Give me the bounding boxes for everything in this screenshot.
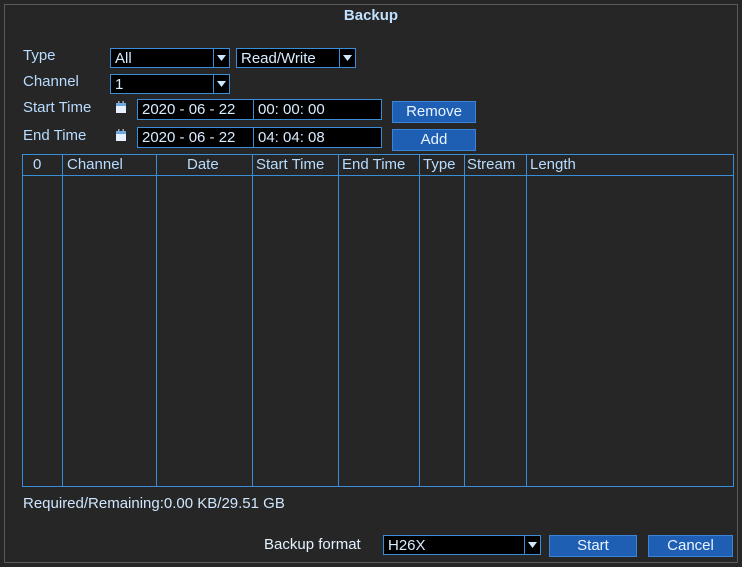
- chevron-down-icon[interactable]: [339, 49, 355, 67]
- mode-select-value: Read/Write: [241, 50, 316, 67]
- remove-button[interactable]: Remove: [392, 101, 476, 123]
- calendar-icon[interactable]: [116, 129, 126, 141]
- start-button[interactable]: Start: [549, 535, 637, 557]
- start-time-field[interactable]: 00: 00: 00: [254, 100, 383, 119]
- table-column: [23, 155, 63, 486]
- end-datetime-field[interactable]: 2020 - 06 - 22 04: 04: 08: [137, 127, 382, 148]
- end-time-label: End Time: [23, 127, 87, 144]
- table-column: [63, 155, 157, 486]
- type-select-value: All: [115, 50, 132, 67]
- channel-select[interactable]: 1: [110, 74, 230, 94]
- table-column: [339, 155, 420, 486]
- start-datetime-field[interactable]: 2020 - 06 - 22 00: 00: 00: [137, 99, 382, 120]
- table-column: [253, 155, 339, 486]
- column-header-stream[interactable]: Stream: [467, 155, 515, 175]
- backup-format-select[interactable]: H26X: [383, 535, 541, 555]
- type-select[interactable]: All: [110, 48, 230, 68]
- column-header-type[interactable]: Type: [423, 155, 456, 175]
- type-label: Type: [23, 47, 56, 64]
- channel-select-value: 1: [115, 76, 124, 93]
- chevron-down-icon[interactable]: [524, 536, 540, 554]
- start-date-field[interactable]: 2020 - 06 - 22: [138, 100, 254, 119]
- column-header-length[interactable]: Length: [530, 155, 576, 175]
- backup-window: Backup Type All Read/Write Channel 1 Sta…: [0, 0, 742, 567]
- column-header-end-time[interactable]: End Time: [342, 155, 405, 175]
- column-header-date[interactable]: Date: [187, 155, 219, 175]
- end-date-field[interactable]: 2020 - 06 - 22: [138, 128, 254, 147]
- storage-status: Required/Remaining:0.00 KB/29.51 GB: [23, 495, 285, 512]
- chevron-down-icon[interactable]: [213, 49, 229, 67]
- column-header-index[interactable]: 0: [33, 155, 41, 175]
- table-column: [465, 155, 527, 486]
- mode-select[interactable]: Read/Write: [236, 48, 356, 68]
- window-title: Backup: [343, 7, 399, 24]
- add-button[interactable]: Add: [392, 129, 476, 151]
- channel-label: Channel: [23, 73, 79, 90]
- backup-format-label: Backup format: [264, 536, 361, 553]
- calendar-icon[interactable]: [116, 101, 126, 113]
- backup-file-table[interactable]: 0 Channel Date Start Time End Time Type …: [22, 154, 734, 487]
- column-header-channel[interactable]: Channel: [67, 155, 123, 175]
- table-column: [420, 155, 465, 486]
- table-column: [157, 155, 253, 486]
- end-time-field[interactable]: 04: 04: 08: [254, 128, 383, 147]
- backup-format-value: H26X: [388, 537, 426, 554]
- cancel-button[interactable]: Cancel: [648, 535, 733, 557]
- start-time-label: Start Time: [23, 99, 92, 116]
- column-header-start-time[interactable]: Start Time: [256, 155, 324, 175]
- chevron-down-icon[interactable]: [213, 75, 229, 93]
